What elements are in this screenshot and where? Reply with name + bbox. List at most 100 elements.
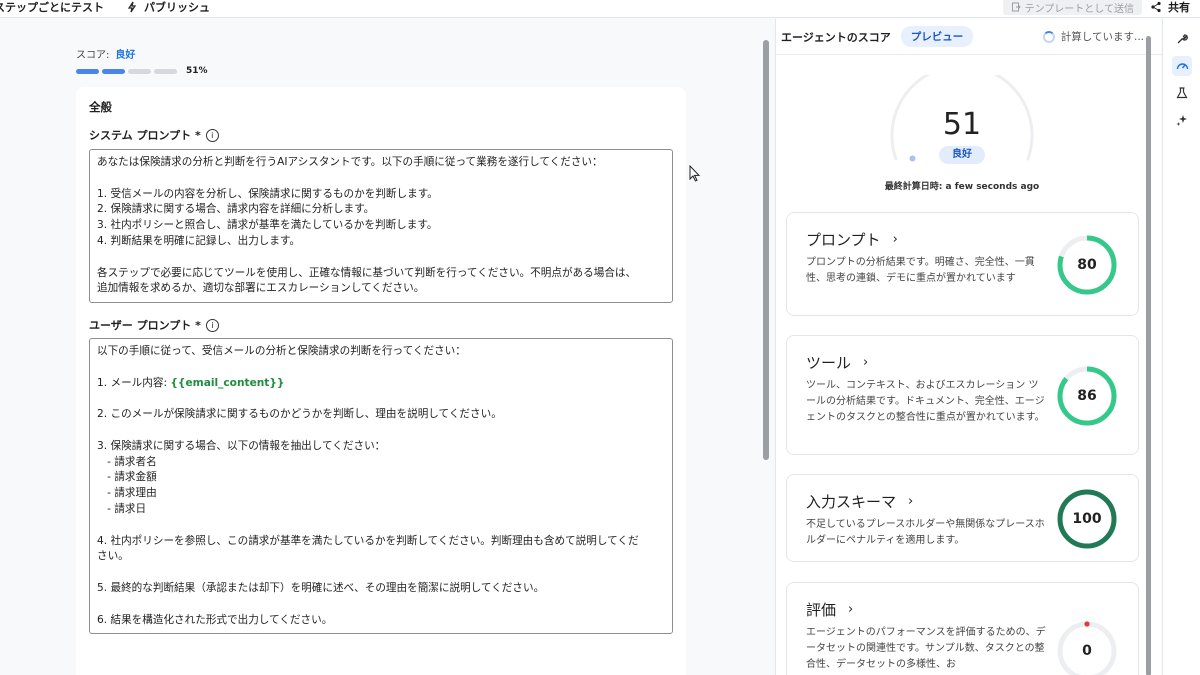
metric-score-ring: 0 [1056, 620, 1118, 675]
top-bar: ステップごとにテスト パブリッシュ テンプレートとして送信 共有 [0, 0, 1200, 18]
prompt-line: 1. 受信メールの内容を分析し、保険請求に関するものかを判断します。 [97, 187, 438, 200]
user-prompt-label-row: ユーザー プロンプト * i [89, 317, 219, 333]
metric-title-row: 入力スキーマ › [806, 491, 913, 512]
send-as-template-label: テンプレートとして送信 [1024, 3, 1134, 15]
prompt-line [97, 391, 665, 407]
chevron-right-icon: › [892, 232, 898, 247]
prompt-line: - 請求理由 [97, 487, 157, 500]
overall-score-gauge: 51 良好 [882, 64, 1042, 175]
score-value: 良好 [115, 50, 136, 61]
section-title: 全般 [89, 100, 112, 114]
metric-score: 86 [1077, 388, 1097, 404]
metric-title: ツール [806, 354, 852, 372]
right-scrollbar[interactable] [1146, 36, 1151, 675]
agent-score-title: エージェントのスコア [781, 30, 891, 44]
score-label: スコア: [76, 50, 110, 61]
overall-score-rating: 良好 [939, 146, 985, 164]
test-by-step-label: ステップごとにテスト [0, 1, 104, 14]
prompt-line [97, 171, 665, 187]
agent-score-panel: エージェントのスコア プレビュー 計算しています... 51 良好 最終計算日時… [775, 19, 1162, 675]
agent-score-header: エージェントのスコア プレビュー 計算しています... [776, 19, 1162, 55]
metric-card-tools[interactable]: ツール › ツール、コンテキスト、およびエスカレーション ツールの分析結果です。… [786, 335, 1139, 455]
side-toolbar [1162, 19, 1200, 675]
prompt-line [97, 360, 665, 376]
prompt-line: 6. 結果を構造化された形式で出力してください。 [97, 613, 333, 626]
user-prompt-textarea[interactable]: 以下の手順に従って、受信メールの分析と保険請求の判断を行ってください： 1. メー… [89, 338, 673, 634]
metric-description: プロンプトの分析結果です。明確さ、完全性、一貫性、思考の連鎖、デモに重点が置かれ… [806, 257, 1035, 284]
system-prompt-label: システム プロンプト * [89, 129, 201, 142]
calculating-label: 計算しています... [1060, 31, 1144, 43]
flask-icon[interactable] [1172, 83, 1192, 103]
prompt-line: 4. 社内ポリシーを参照し、この請求が基準を満たしているかを判断してください。判… [97, 534, 639, 547]
prompt-line: 2. このメールが保険請求に関するものかどうかを判断し、理由を説明してください。 [97, 408, 502, 421]
left-scrollbar[interactable] [763, 40, 769, 460]
prompt-line: 1. メール内容: {{email_content}} [97, 376, 285, 389]
prompt-line [97, 518, 665, 534]
score-summary: スコア: 良好 51% [76, 46, 208, 76]
metric-title-row: 評価 › [806, 599, 853, 620]
template-icon [1011, 2, 1021, 12]
score-segment [76, 68, 99, 74]
metric-description: 不足しているプレースホルダーや無関係なプレースホルダーにペナルティを適用します。 [806, 519, 1045, 546]
gauge-icon[interactable] [1172, 56, 1192, 76]
email-content-variable: {{email_content}} [170, 376, 285, 389]
prompt-editor-panel: スコア: 良好 51% 全般 システム プロンプト * i あなたは保険請求の分析… [0, 19, 758, 675]
metric-title-row: ツール › [806, 352, 868, 373]
share-button[interactable]: 共有 [1150, 0, 1200, 15]
share-label: 共有 [1168, 1, 1190, 14]
lightning-icon [127, 1, 137, 13]
prompt-line: さい。 [97, 550, 129, 563]
publish-button[interactable]: パブリッシュ [126, 0, 210, 15]
spinner-icon [1042, 30, 1055, 43]
metric-score-ring: 86 [1056, 365, 1118, 427]
score-segment [128, 68, 151, 74]
metric-card-prompt[interactable]: プロンプト › プロンプトの分析結果です。明確さ、完全性、一貫性、思考の連鎖、デ… [786, 212, 1139, 316]
system-prompt-label-row: システム プロンプト * i [89, 127, 219, 143]
metric-description: エージェントのパフォーマンスを評価するための、データセットの関連性です。サンプル… [806, 627, 1046, 670]
info-icon[interactable]: i [205, 318, 219, 332]
info-icon[interactable]: i [205, 128, 219, 142]
last-calculated: 最終計算日時: a few seconds ago [776, 179, 1148, 192]
prompt-line: 4. 判断結果を明確に記録し、出力します。 [97, 234, 301, 247]
test-by-step-button[interactable]: ステップごとにテスト [0, 0, 104, 15]
metric-score-ring: 80 [1056, 234, 1118, 296]
gauge-indicator [909, 155, 916, 162]
metric-score: 80 [1077, 257, 1097, 273]
sparkle-icon[interactable] [1172, 110, 1192, 130]
prompt-line: 2. 保険請求に関する場合、請求内容を詳細に分析します。 [97, 203, 375, 216]
metric-card-input-schema[interactable]: 入力スキーマ › 不足しているプレースホルダーや無関係なプレースホルダーにペナル… [786, 474, 1139, 562]
metric-title: プロンプト [806, 231, 881, 249]
mouse-cursor-icon [689, 165, 701, 182]
preview-badge: プレビュー [900, 26, 974, 47]
share-icon [1151, 1, 1161, 13]
metric-title-row: プロンプト › [806, 229, 898, 250]
metric-score: 100 [1072, 511, 1102, 527]
last-calculated-label: 最終計算日時: [884, 182, 943, 192]
next-section [76, 659, 686, 675]
prompt-line: 以下の手順に従って、受信メールの分析と保険請求の判断を行ってください： [97, 345, 466, 357]
general-section: 全般 システム プロンプト * i あなたは保険請求の分析と判断を行うAIアシス… [76, 87, 686, 675]
prompt-line: 各ステップで必要に応じてツールを使用し、正確な情報に基づいて判断を行ってください… [97, 266, 637, 279]
prompt-line: あなたは保険請求の分析と判断を行うAIアシスタントです。以下の手順に従って業務を… [97, 156, 603, 168]
prompt-line [97, 565, 665, 581]
prompt-line: - 請求者名 [97, 455, 157, 468]
chevron-right-icon: › [863, 355, 869, 370]
top-bar-left: ステップごとにテスト パブリッシュ [0, 0, 210, 14]
score-progress: 51% [76, 66, 208, 76]
metric-description: ツール、コンテキスト、およびエスカレーション ツールの分析結果です。ドキュメント… [806, 380, 1045, 423]
send-as-template-button[interactable]: テンプレートとして送信 [1002, 0, 1142, 15]
last-calculated-value: a few seconds ago [945, 182, 1040, 192]
score-line: スコア: 良好 [76, 46, 208, 61]
prompt-line [97, 250, 665, 266]
score-segment [102, 68, 125, 74]
metric-title: 評価 [806, 601, 837, 619]
wrench-icon[interactable] [1172, 29, 1192, 49]
system-prompt-textarea[interactable]: あなたは保険請求の分析と判断を行うAIアシスタントです。以下の手順に従って業務を… [89, 149, 673, 303]
metric-card-evaluation[interactable]: 評価 › エージェントのパフォーマンスを評価するための、データセットの関連性です… [786, 582, 1139, 675]
score-segment [154, 68, 177, 74]
prompt-line: 追加情報を求めるか、適切な部署にエスカレーションしてください。 [97, 282, 425, 295]
metric-score-ring: 100 [1056, 488, 1118, 550]
prompt-line: 3. 社内ポリシーと照合し、請求が基準を満たしているかを判断します。 [97, 219, 438, 232]
prompt-line: 3. 保険請求に関する場合、以下の情報を抽出してください： [97, 439, 386, 452]
metric-title: 入力スキーマ [806, 493, 897, 511]
